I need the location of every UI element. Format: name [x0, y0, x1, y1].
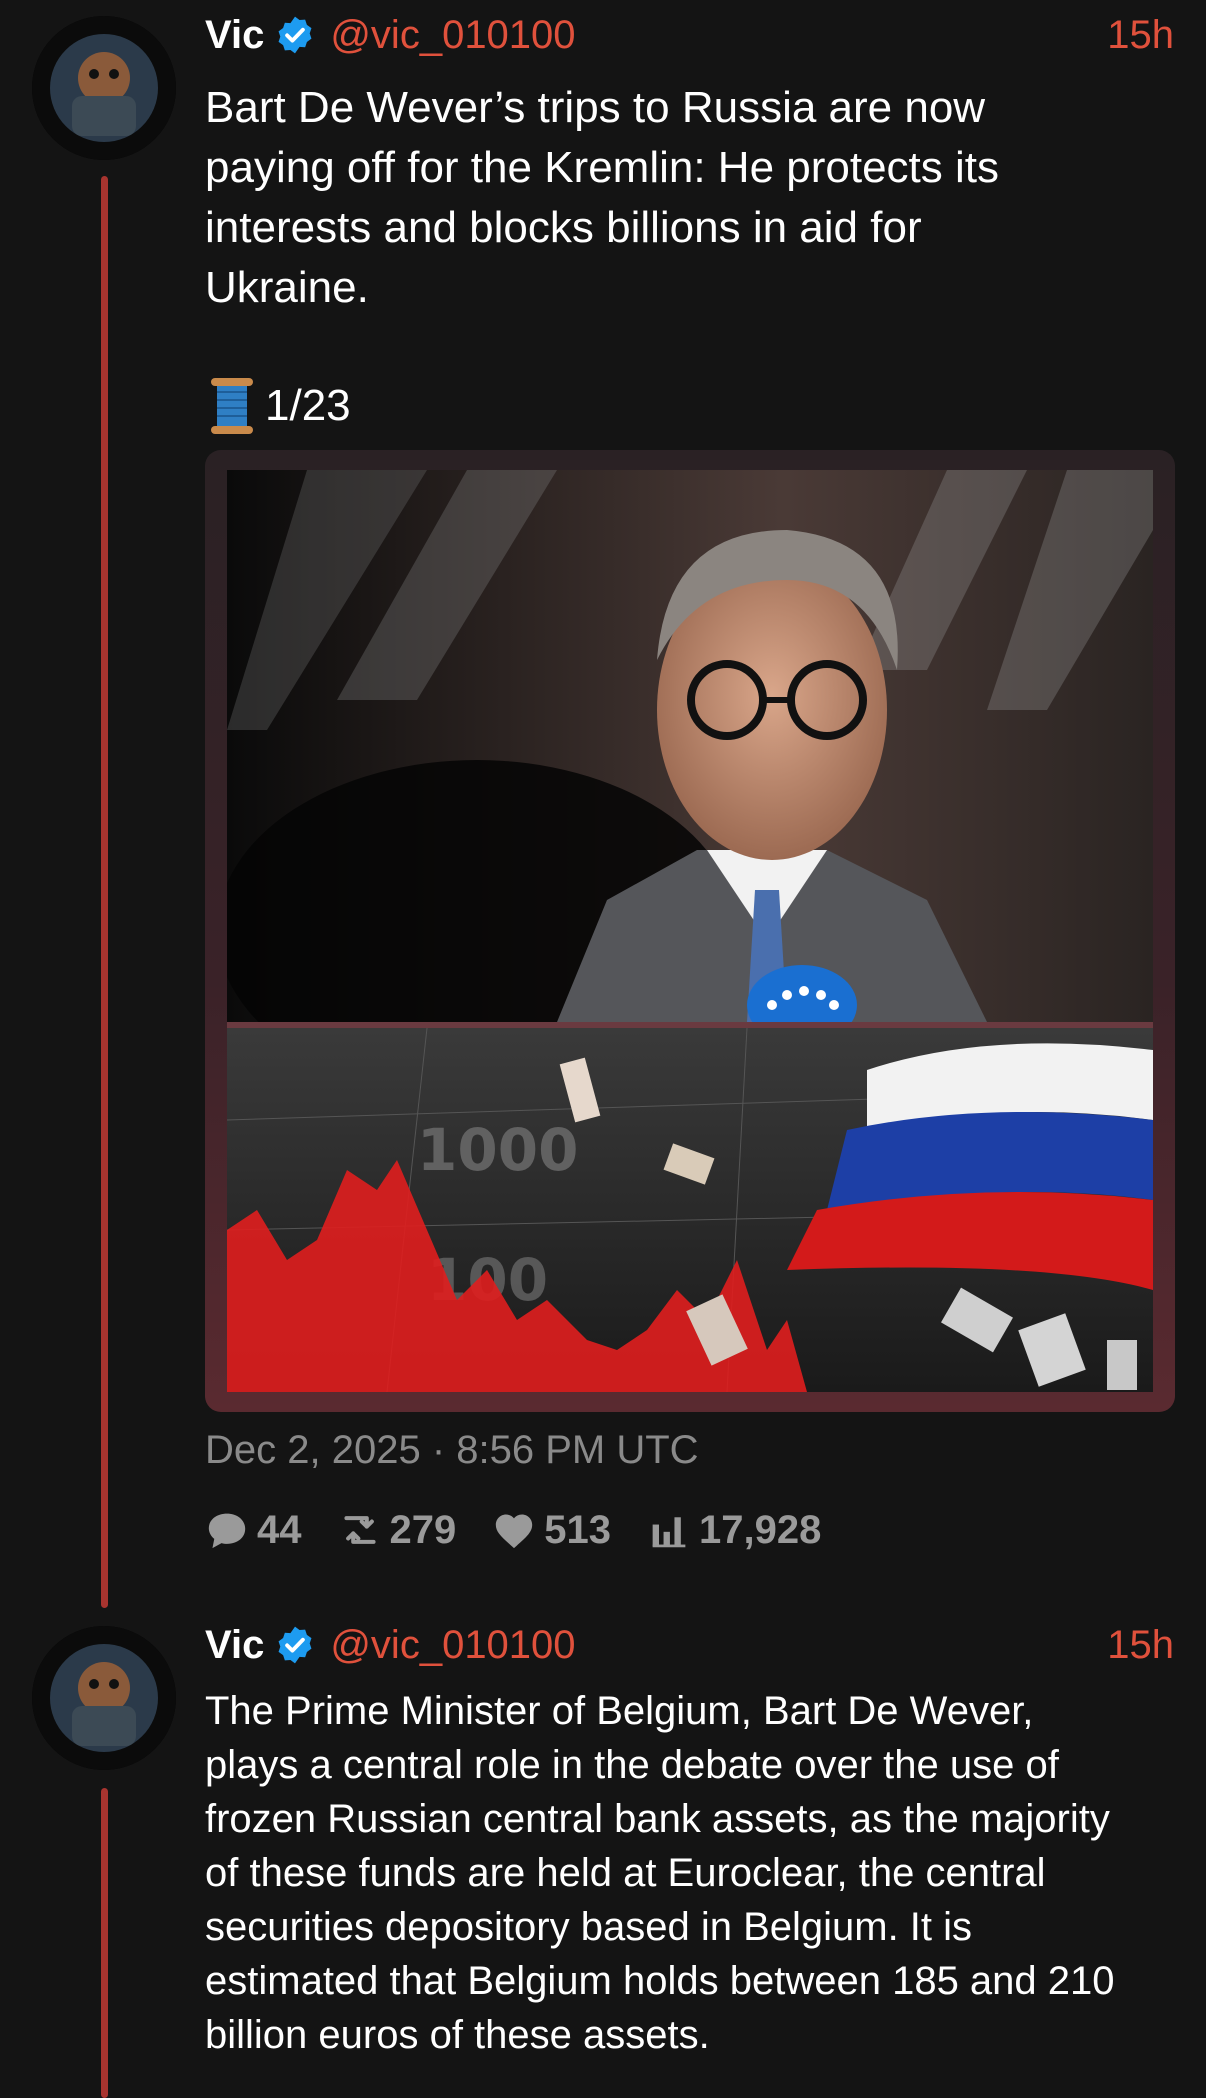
repost-count: 279 — [389, 1507, 457, 1552]
like-button[interactable]: 513 — [492, 1508, 611, 1553]
thread-counter-text: 1/23 — [265, 381, 351, 430]
thread-line — [101, 1788, 108, 2098]
views-count: 17,928 — [699, 1507, 822, 1552]
post-image[interactable]: 1000 100 — [205, 450, 1175, 1412]
avatar[interactable] — [32, 1626, 176, 1770]
post-time[interactable]: 15h — [1107, 13, 1174, 58]
post-text: The Prime Minister of Belgium, Bart De W… — [205, 1689, 1115, 2057]
reply-count: 44 — [257, 1507, 302, 1552]
post-1[interactable]: Vic @vic_010100 15h Bart De Wever’s trip… — [0, 0, 1206, 1620]
views-icon — [652, 1517, 686, 1548]
repost-icon — [343, 1516, 376, 1544]
reply-button[interactable]: 44 — [205, 1508, 302, 1553]
svg-text:1000: 1000 — [417, 1116, 578, 1184]
spool-icon — [211, 378, 253, 434]
repost-button[interactable]: 279 — [338, 1507, 457, 1553]
reply-icon — [208, 1513, 246, 1549]
thread-line — [101, 176, 108, 1608]
post-text: Bart De Wever’s trips to Russia are now … — [205, 83, 999, 312]
post-time[interactable]: 15h — [1107, 1623, 1174, 1668]
author-name[interactable]: Vic — [205, 13, 264, 58]
post-date[interactable]: Dec 2, 2025 · 8:56 PM UTC — [205, 1428, 699, 1473]
verified-badge-icon — [278, 16, 312, 54]
post-2[interactable]: Vic @vic_010100 15h The Prime Minister o… — [0, 1610, 1206, 2098]
like-count: 513 — [544, 1507, 611, 1552]
author-name[interactable]: Vic — [205, 1623, 264, 1668]
like-icon — [496, 1514, 533, 1549]
thread-counter: 1/23 — [207, 374, 351, 438]
views-button[interactable]: 17,928 — [647, 1508, 821, 1553]
post-header: Vic @vic_010100 15h — [205, 1620, 1174, 1670]
author-handle[interactable]: @vic_010100 — [330, 13, 575, 58]
post-stats: 44 279 513 17,928 — [205, 1502, 857, 1558]
verified-badge-icon — [278, 1626, 312, 1664]
avatar[interactable] — [32, 16, 176, 160]
post-header: Vic @vic_010100 15h — [205, 10, 1174, 60]
author-handle[interactable]: @vic_010100 — [330, 1623, 575, 1668]
